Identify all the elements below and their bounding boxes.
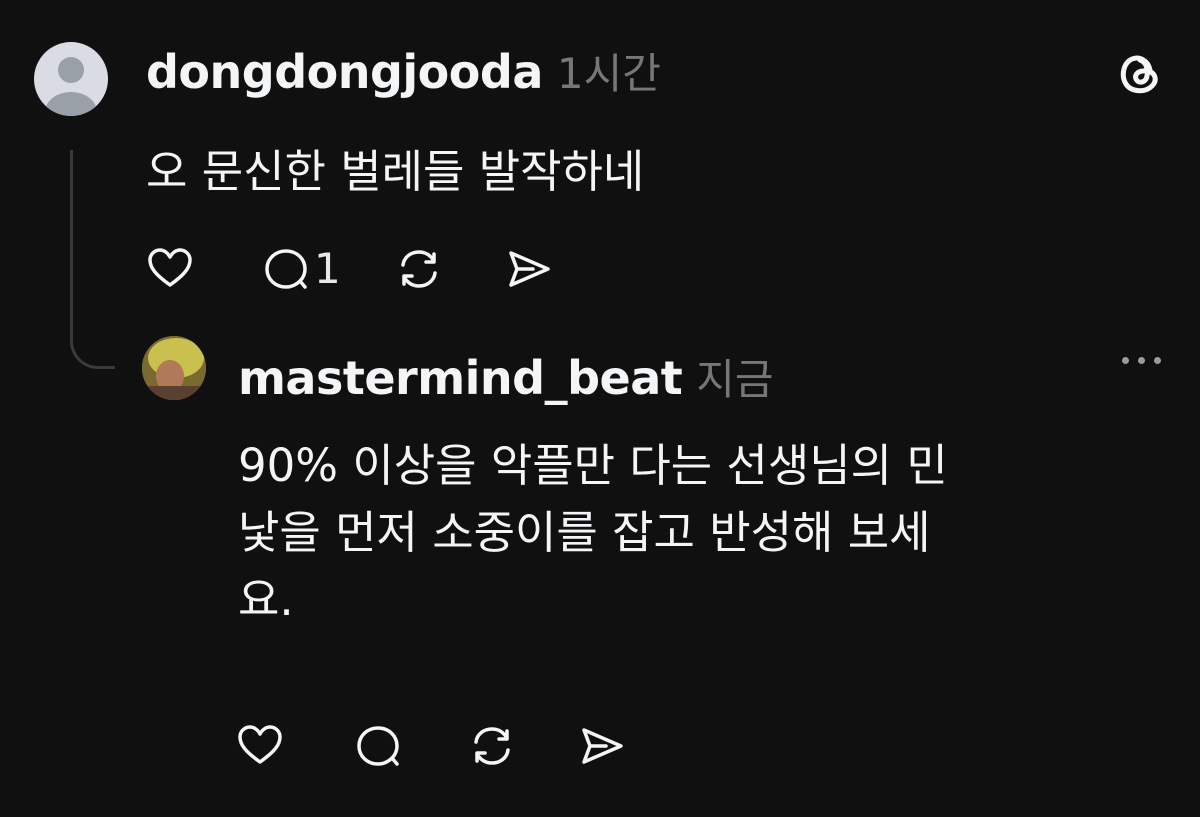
- more-icon-dot: [1138, 357, 1145, 364]
- comment-button[interactable]: [354, 722, 402, 770]
- reply-text: 90% 이상을 악플만 다는 선생님의 민 낯을 먼저 소중이를 잡고 반성해 …: [238, 432, 1178, 633]
- threads-logo-icon: [1112, 46, 1166, 104]
- repost-icon: [474, 727, 510, 765]
- share-button[interactable]: [505, 245, 553, 293]
- comment-bubble-icon: [357, 726, 399, 766]
- heart-icon: [148, 247, 192, 287]
- reply-text-line: 90% 이상을 악플만 다는 선생님의 민: [238, 439, 948, 492]
- comment-text: 오 문신한 벌레들 발작하네: [146, 145, 645, 198]
- username[interactable]: dongdongjooda: [146, 45, 543, 99]
- timestamp: 1시간: [556, 49, 661, 98]
- avatar[interactable]: [34, 42, 108, 116]
- username[interactable]: mastermind_beat: [238, 351, 683, 405]
- heart-icon: [238, 725, 282, 764]
- repost-button[interactable]: [395, 245, 443, 293]
- comment-actions: 1: [146, 244, 553, 293]
- reply-actions: [236, 722, 626, 770]
- reply-text-line: 낯을 먼저 소중이를 잡고 반성해 보세: [238, 506, 931, 559]
- reply-header: mastermind_beat 지금: [238, 346, 774, 407]
- profile-photo-icon: [142, 336, 206, 400]
- like-button[interactable]: [236, 722, 286, 770]
- reply-text-line: 요.: [238, 573, 294, 626]
- comment-bubble-icon: [265, 248, 307, 289]
- timestamp: 지금: [696, 355, 774, 404]
- more-icon-dot: [1122, 357, 1129, 364]
- more-icon-dot: [1154, 357, 1161, 364]
- comment-header: dongdongjooda 1시간: [146, 40, 661, 101]
- avatar[interactable]: [142, 336, 206, 400]
- reply-count: 1: [314, 244, 341, 293]
- repost-icon: [400, 249, 437, 288]
- thread-connector: [70, 150, 115, 369]
- share-button[interactable]: [578, 722, 626, 770]
- like-button[interactable]: [146, 245, 196, 293]
- comment-button[interactable]: 1: [262, 244, 341, 293]
- more-button[interactable]: [1122, 357, 1161, 364]
- repost-button[interactable]: [468, 722, 516, 770]
- default-avatar-icon: [45, 57, 97, 116]
- send-icon: [582, 728, 623, 764]
- send-icon: [508, 250, 550, 287]
